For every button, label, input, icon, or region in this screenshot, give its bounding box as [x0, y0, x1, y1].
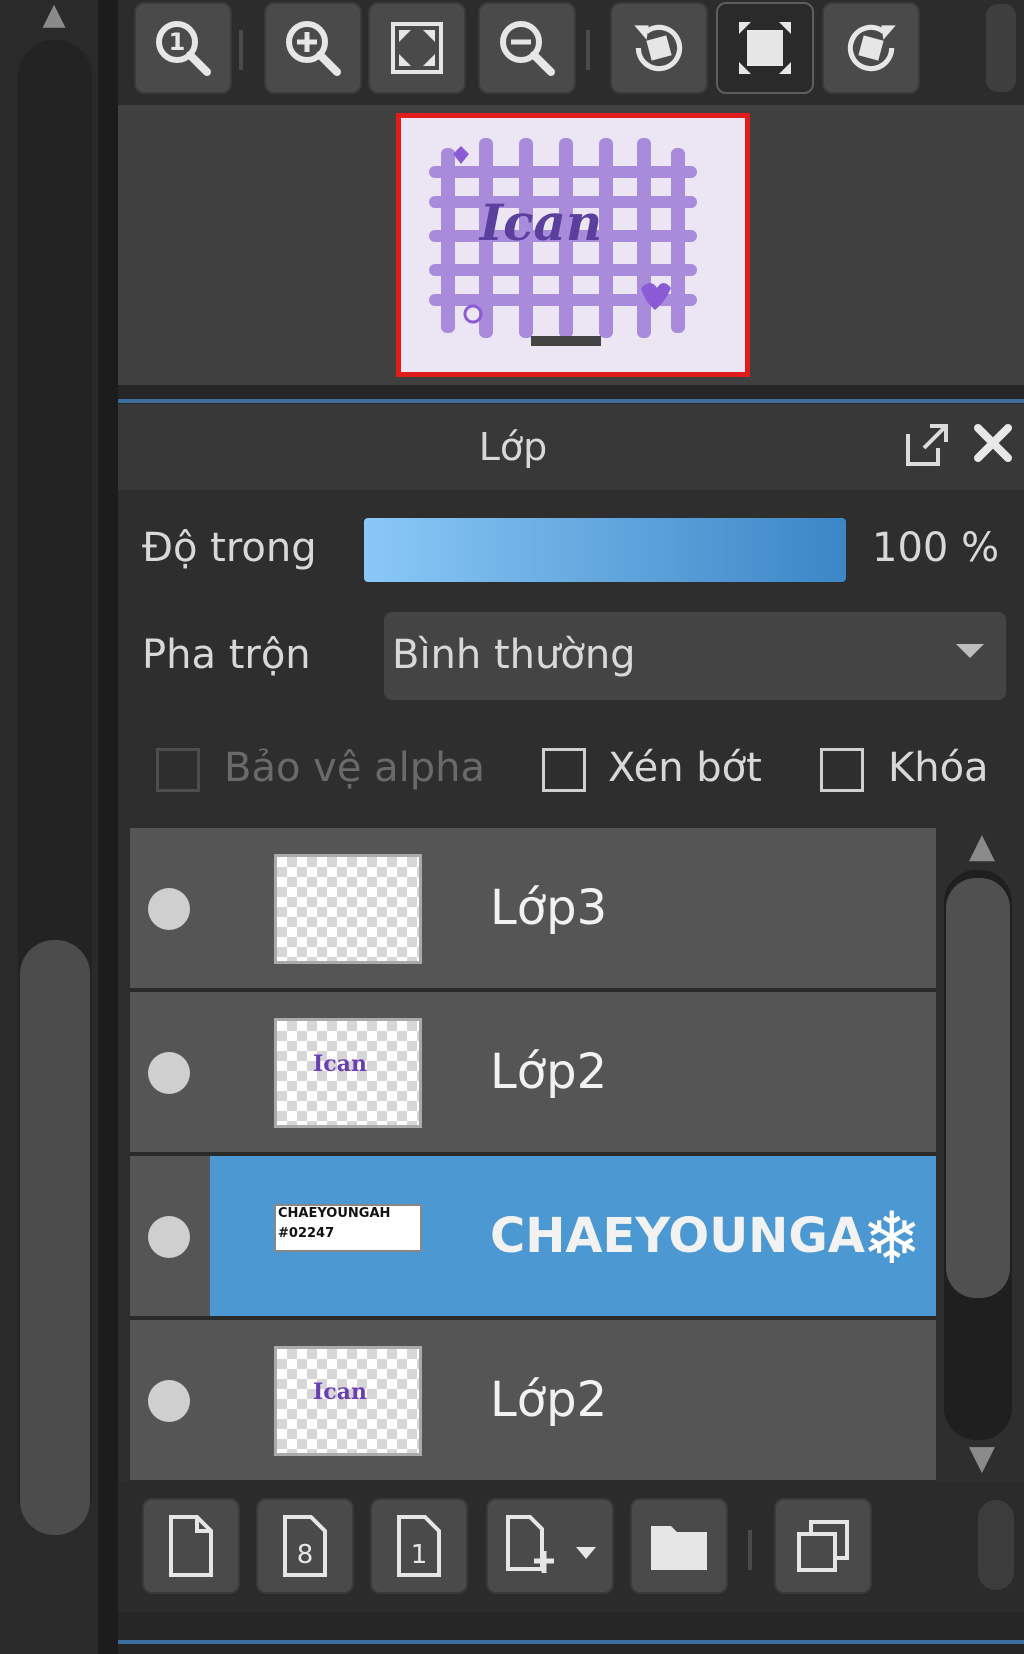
fit-reset-button[interactable]: [716, 2, 814, 94]
zoom-in-button[interactable]: [264, 2, 362, 94]
clipping-checkbox[interactable]: [542, 748, 586, 792]
layer-name: Lớp3: [490, 880, 608, 936]
duplicate-layer-button[interactable]: [774, 1498, 872, 1594]
close-icon[interactable]: [970, 418, 1016, 468]
folder-icon: [651, 1526, 707, 1570]
opacity-value: 100 %: [872, 525, 1000, 571]
alpha-protect-checkbox[interactable]: [156, 748, 200, 792]
lock-checkbox[interactable]: [820, 748, 864, 792]
blend-mode-label: Pha trộn: [142, 632, 311, 678]
opacity-label: Độ trong: [142, 525, 317, 571]
add-layer-dropdown-icon: [506, 1515, 596, 1573]
duplicate-layer-icon: [797, 1520, 849, 1572]
zoom-out-icon: [500, 21, 555, 76]
layer-row[interactable]: Ican Lớp2: [130, 1320, 936, 1482]
layer-name: CHAEYOUNGA: [490, 1208, 865, 1264]
navigator-toolbar: 1: [118, 0, 1024, 105]
fit-reset-icon: [739, 22, 791, 74]
new-1bit-layer-icon: 1: [397, 1515, 441, 1577]
panel-separator: [98, 0, 118, 1654]
opacity-slider[interactable]: [364, 518, 846, 582]
layer-visibility-toggle[interactable]: [148, 888, 190, 930]
svg-text:1: 1: [169, 28, 186, 56]
rotate-right-icon: [847, 24, 896, 72]
popout-icon[interactable]: [902, 420, 950, 470]
layer-list-scroll-down-icon[interactable]: ▼: [960, 1440, 1004, 1476]
layer-name: Lớp2: [490, 1372, 608, 1428]
layer-thumbnail: Ican: [274, 1018, 422, 1128]
layer-name: Lớp2: [490, 1044, 608, 1100]
outer-scroll-up-arrow-icon[interactable]: ▲: [34, 0, 74, 30]
chevron-down-icon: [956, 644, 984, 658]
lock-label: Khóa: [888, 745, 989, 791]
thumbnail-text: CHAEYOUNGAH: [278, 1206, 391, 1221]
layer-visibility-toggle[interactable]: [148, 1380, 190, 1422]
snowflake-icon: ❄: [861, 1196, 922, 1280]
fit-to-window-icon: [391, 22, 443, 74]
fit-to-window-button[interactable]: [368, 2, 466, 94]
canvas-preview-text: Ican: [478, 193, 603, 252]
layer-list: Lớp3 Ican Lớp2 CHAEYOUNGAH #02247 CHAEYO…: [130, 828, 936, 1482]
layer-list-scroll-up-icon[interactable]: ▲: [960, 828, 1004, 864]
panel-divider[interactable]: [118, 1612, 1024, 1654]
new-layer-icon: [169, 1515, 213, 1577]
blend-mode-value: Bình thường: [392, 632, 636, 678]
navigator-viewport-frame[interactable]: Ican: [396, 113, 750, 377]
toolbar-separator: [239, 30, 243, 70]
svg-text:8: 8: [297, 1540, 314, 1570]
panel-divider-accent: [118, 1640, 1024, 1644]
layer-thumbnail: Ican: [274, 1346, 422, 1456]
thumbnail-text: #02247: [278, 1226, 335, 1241]
alpha-protect-label: Bảo vệ alpha: [224, 745, 486, 791]
zoom-in-icon: [286, 21, 341, 76]
rotate-right-button[interactable]: [822, 2, 920, 94]
svg-text:1: 1: [411, 1540, 428, 1570]
thumbnail-text: Ican: [313, 1051, 367, 1077]
new-1bit-layer-button[interactable]: 1: [370, 1498, 468, 1594]
zoom-actual-size-button[interactable]: 1: [134, 2, 232, 94]
new-layer-button[interactable]: [142, 1498, 240, 1594]
toolbar-scroll-handle[interactable]: [978, 1500, 1014, 1590]
layer-row[interactable]: Ican Lớp2: [130, 992, 936, 1156]
clipping-label: Xén bớt: [608, 745, 762, 791]
layer-thumbnail: CHAEYOUNGAH #02247: [274, 1204, 422, 1252]
toolbar-scroll-handle[interactable]: [986, 4, 1016, 92]
zoom-out-button[interactable]: [478, 2, 576, 94]
rotate-left-button[interactable]: [610, 2, 708, 94]
layer-panel-title: Lớp: [478, 425, 548, 469]
toolbar-separator: [586, 30, 590, 70]
layer-row-selected[interactable]: CHAEYOUNGAH #02247 CHAEYOUNGA ❄: [130, 1156, 936, 1320]
layer-list-scrollbar-thumb[interactable]: [946, 878, 1010, 1298]
layer-thumbnail: [274, 854, 422, 964]
thumbnail-text: Ican: [313, 1379, 367, 1405]
panel-divider-accent: [118, 399, 1024, 403]
new-folder-button[interactable]: [630, 1498, 728, 1594]
layer-visibility-toggle[interactable]: [148, 1052, 190, 1094]
layer-row[interactable]: Lớp3: [130, 828, 936, 992]
rotate-left-icon: [634, 24, 683, 72]
canvas-thumbnail: Ican: [401, 118, 745, 372]
layer-visibility-toggle[interactable]: [148, 1216, 190, 1258]
outer-scrollbar-thumb[interactable]: [20, 940, 90, 1535]
add-layer-menu-button[interactable]: [486, 1498, 614, 1594]
toolbar-separator: [748, 1530, 752, 1570]
new-8bit-layer-icon: 8: [283, 1515, 327, 1577]
new-8bit-layer-button[interactable]: 8: [256, 1498, 354, 1594]
zoom-actual-size-icon: 1: [156, 21, 211, 76]
